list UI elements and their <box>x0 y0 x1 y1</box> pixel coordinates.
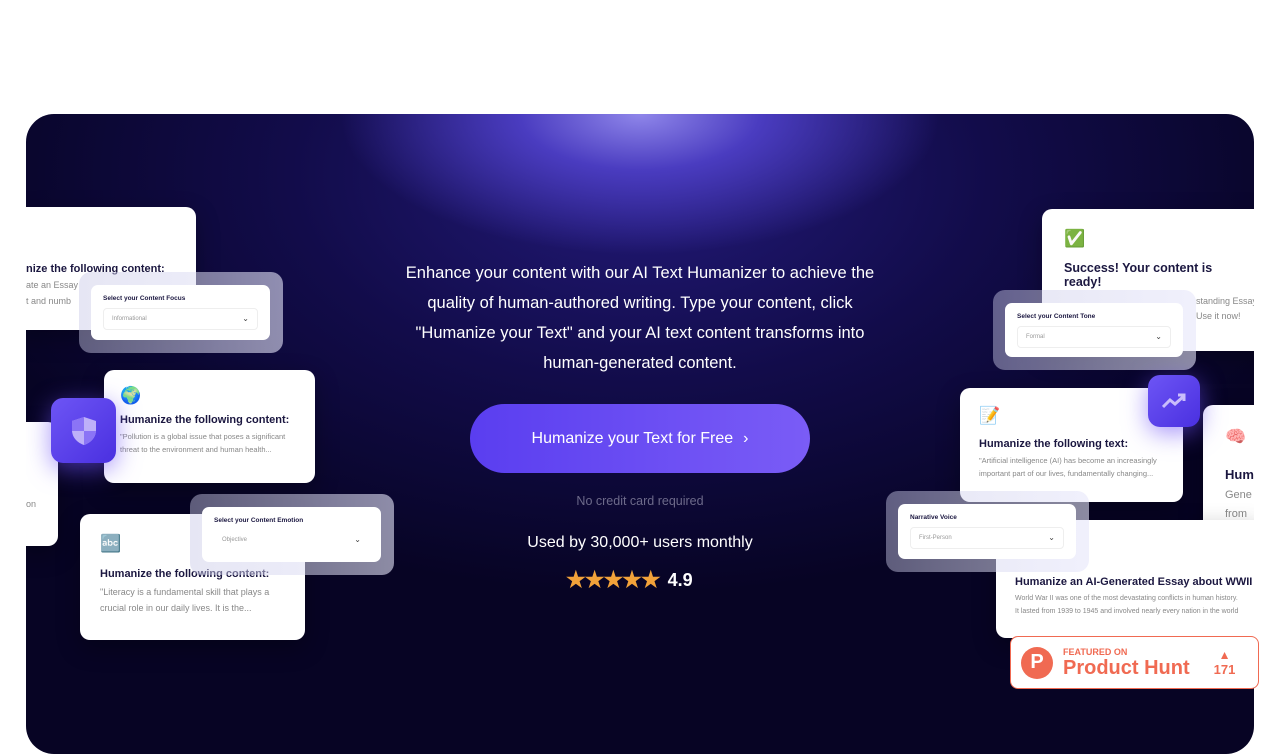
no-credit-card-note: No credit card required <box>576 494 704 508</box>
brain-icon: 🧠 <box>1225 427 1247 446</box>
chevron-down-icon: ⌄ <box>1155 332 1162 341</box>
content-tone-select[interactable]: Formal ⌄ <box>1017 326 1171 348</box>
chevron-down-icon: ⌄ <box>1048 533 1055 542</box>
chevron-down-icon: ⌄ <box>354 535 361 544</box>
users-count: Used by 30,000+ users monthly <box>527 534 753 551</box>
content-tone-select-panel: Select your Content Tone Formal ⌄ <box>993 290 1196 370</box>
content-focus-select-panel: Select your Content Focus Informational ⌄ <box>79 272 283 353</box>
check-mark-icon: ✅ <box>1064 229 1086 248</box>
memo-icon: 📝 <box>979 406 1001 425</box>
globe-icon: 🌍 <box>120 386 142 405</box>
hero-description: Enhance your content with our AI Text Hu… <box>405 264 875 372</box>
narrative-voice-select-panel: Narrative Voice First-Person ⌄ <box>886 491 1089 572</box>
rating-value: 4.9 <box>667 569 693 590</box>
product-hunt-logo: P <box>1021 646 1053 679</box>
chevron-right-icon: › <box>743 429 749 447</box>
content-emotion-select[interactable]: Objective ⌄ <box>214 530 369 552</box>
upvote-triangle-icon: ▲ <box>1218 648 1231 662</box>
trend-tile <box>1148 375 1200 427</box>
content-focus-select[interactable]: Informational ⌄ <box>103 308 258 330</box>
upvote-count: ▲ 171 <box>1213 648 1236 677</box>
trending-up-icon <box>1162 393 1186 409</box>
rating: ★★★★★ 4.9 <box>566 567 716 593</box>
content-emotion-select-panel: Select your Content Emotion Objective ⌄ <box>190 494 394 575</box>
narrative-voice-select[interactable]: First-Person ⌄ <box>910 527 1064 549</box>
shield-icon <box>71 416 96 445</box>
shield-tile <box>51 398 116 463</box>
star-rating-icons: ★★★★★ <box>566 567 661 592</box>
product-hunt-badge[interactable]: P FEATURED ON Product Hunt ▲ 171 <box>1010 636 1259 689</box>
humanize-free-button[interactable]: Humanize your Text for Free › <box>470 404 810 473</box>
chevron-down-icon: ⌄ <box>242 314 249 323</box>
example-card-pollution: 🌍 Humanize the following content: "Pollu… <box>104 370 315 483</box>
